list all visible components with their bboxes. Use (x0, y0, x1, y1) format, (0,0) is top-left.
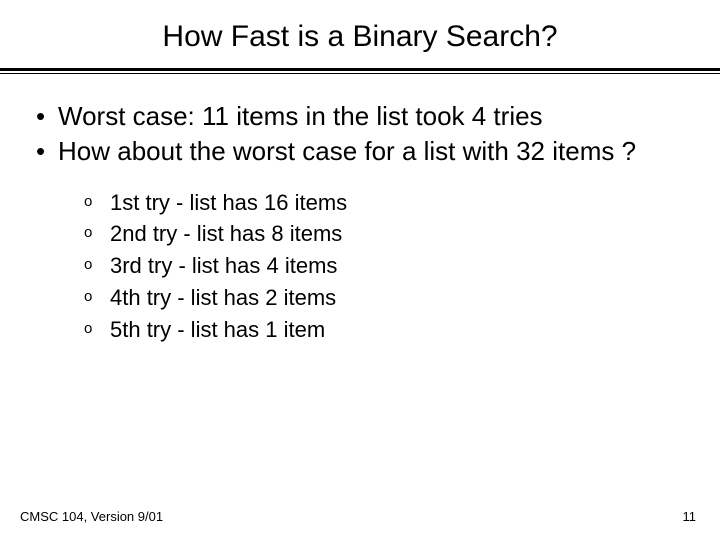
sub-bullet-item: 4th try - list has 2 items (84, 282, 684, 314)
sub-bullet-item: 5th try - list has 1 item (84, 314, 684, 346)
sub-bullet-item: 1st try - list has 16 items (84, 187, 684, 219)
footer-page-number: 11 (683, 509, 697, 524)
footer-course-info: CMSC 104, Version 9/01 (20, 509, 163, 524)
main-bullet-list: Worst case: 11 items in the list took 4 … (36, 100, 684, 169)
bullet-item: Worst case: 11 items in the list took 4 … (36, 100, 684, 133)
slide-title: How Fast is a Binary Search? (0, 0, 720, 68)
slide-content: Worst case: 11 items in the list took 4 … (0, 74, 720, 346)
sub-bullet-item: 2nd try - list has 8 items (84, 218, 684, 250)
slide-footer: CMSC 104, Version 9/01 11 (0, 509, 720, 524)
bullet-item: How about the worst case for a list with… (36, 135, 684, 168)
sub-bullet-item: 3rd try - list has 4 items (84, 250, 684, 282)
sub-bullet-list: 1st try - list has 16 items 2nd try - li… (84, 187, 684, 346)
